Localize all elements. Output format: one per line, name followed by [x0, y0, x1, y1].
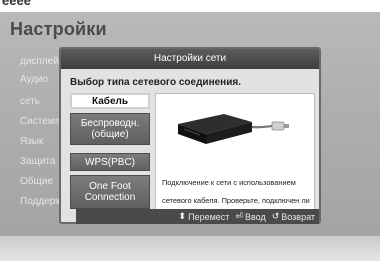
hint-move: ⬍ Перемест [179, 211, 230, 222]
sidebar-item-audio[interactable]: Аудио [20, 74, 48, 92]
hint-return-label: Возврат [281, 211, 315, 222]
dialog-title: Настройки сети [61, 49, 319, 69]
hint-enter: ⏎ Ввод [235, 211, 265, 222]
top-strip: eeee [0, 0, 380, 12]
option-cable[interactable]: Кабель [70, 93, 150, 109]
network-cable [251, 124, 275, 129]
cropped-header-text: eeee [2, 0, 31, 8]
screen-bottom-band [0, 236, 380, 261]
sidebar-item-language[interactable]: Язык [20, 136, 43, 154]
sidebar-item-display[interactable]: дисплей [20, 56, 59, 74]
hint-return: ↺ Возврат [272, 211, 315, 222]
updown-arrows-icon: ⬍ [178, 211, 187, 221]
description-panel: Подключение к сети с использованием сете… [155, 93, 315, 222]
option-wireless-general[interactable]: Беспроводн. (общие) [70, 113, 150, 145]
hint-enter-label: Ввод [244, 211, 266, 222]
sidebar-item-general[interactable]: Общие [20, 176, 53, 194]
sidebar-item-security[interactable]: Защита [20, 156, 55, 174]
enter-icon: ⏎ [235, 211, 243, 221]
sidebar-item-network[interactable]: сеть [20, 96, 40, 114]
hint-move-label: Перемест [188, 211, 230, 222]
page-title: Настройки [10, 19, 107, 39]
network-settings-dialog: Настройки сети Выбор типа сетевого соеди… [59, 47, 321, 224]
sidebar-item-system[interactable]: Система [20, 116, 60, 134]
dialog-prompt: Выбор типа сетевого соединения. [70, 77, 241, 88]
footer-hints: ⬍ Перемест ⏎ Ввод ↺ Возврат [76, 209, 319, 224]
option-one-foot-connection[interactable]: One Foot Connection [70, 175, 150, 209]
player-cable-illustration [178, 114, 289, 144]
cable-plug-tip [284, 124, 289, 128]
return-icon: ↺ [271, 211, 280, 221]
cable-plug [271, 121, 285, 131]
option-wps-pbc[interactable]: WPS(PBC) [70, 153, 150, 171]
